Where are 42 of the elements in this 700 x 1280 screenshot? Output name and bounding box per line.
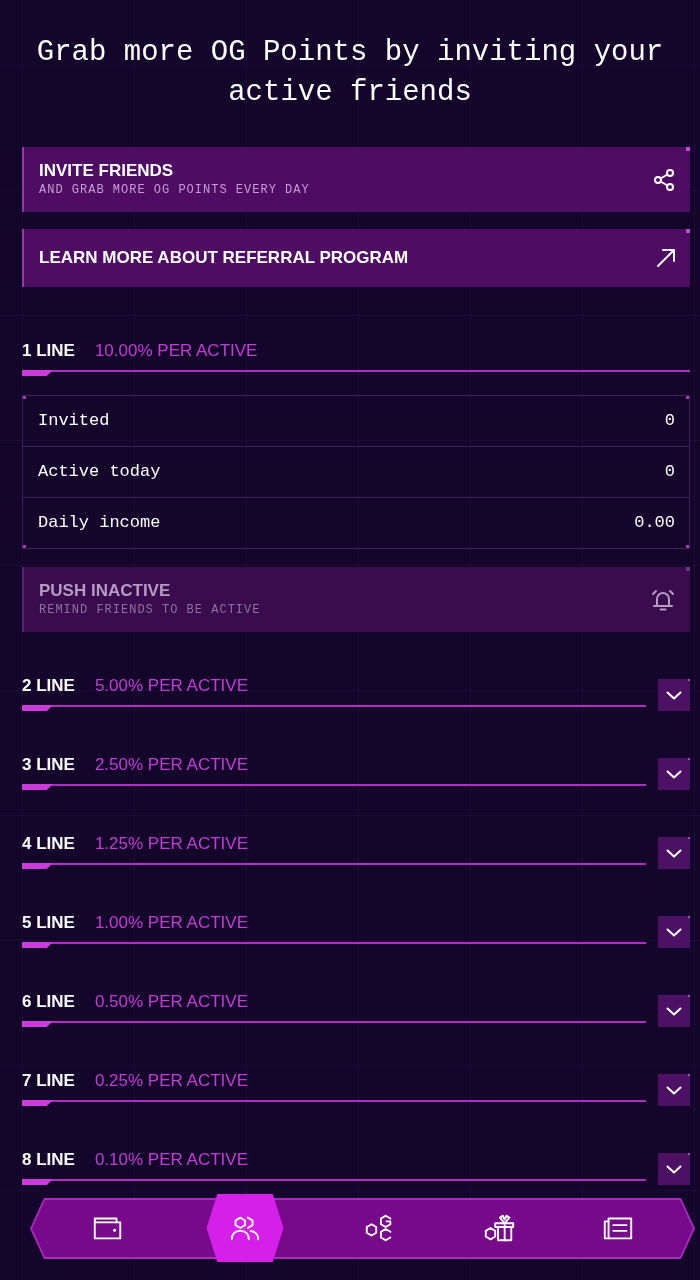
- expand-button[interactable]: [658, 758, 690, 790]
- rate-label: 5.00% PER ACTIVE: [94, 675, 248, 697]
- line-label: 3 LINE: [22, 754, 75, 776]
- expand-button[interactable]: [658, 916, 690, 948]
- chevron-down-icon: [666, 1006, 682, 1016]
- rate-label: 1.00% PER ACTIVE: [94, 912, 248, 934]
- expand-button[interactable]: [658, 1153, 690, 1185]
- learn-more-button[interactable]: LEARN MORE ABOUT REFERRAL PROGRAM: [22, 229, 690, 287]
- chevron-down-icon: [666, 1164, 682, 1174]
- line-label: 6 LINE: [22, 991, 75, 1013]
- chevron-down-icon: [666, 848, 682, 858]
- rate-label: 2.50% PER ACTIVE: [94, 754, 248, 776]
- rate-label: 0.25% PER ACTIVE: [94, 1070, 248, 1092]
- expand-button[interactable]: [658, 995, 690, 1027]
- expand-button[interactable]: [658, 1074, 690, 1106]
- rate-label: 1.25% PER ACTIVE: [94, 833, 248, 855]
- arrow-icon: [656, 248, 676, 268]
- rate-label: 0.10% PER ACTIVE: [94, 1149, 248, 1171]
- stat-value: 0: [664, 410, 675, 432]
- stat-label: Daily income: [38, 512, 161, 534]
- chevron-down-icon: [666, 1085, 682, 1095]
- line-label: 5 LINE: [22, 912, 75, 934]
- stat-value: 0.00: [634, 512, 675, 534]
- expand-button[interactable]: [658, 679, 690, 711]
- line-label: 1 LINE: [22, 340, 75, 362]
- share-icon: [652, 167, 676, 192]
- rate-label: 10.00% PER ACTIVE: [94, 340, 258, 362]
- page-title: Grab more OG Points by inviting your active friends: [35, 35, 665, 111]
- stat-value: 0: [664, 461, 675, 483]
- chevron-down-icon: [666, 769, 682, 779]
- stat-label: Invited: [38, 410, 110, 432]
- chevron-down-icon: [666, 927, 682, 937]
- expand-button[interactable]: [658, 837, 690, 869]
- stat-label: Active today: [38, 461, 161, 483]
- line-label: 8 LINE: [22, 1149, 75, 1171]
- gift-icon: [482, 1213, 516, 1243]
- line-label: 4 LINE: [22, 833, 75, 855]
- line-label: 2 LINE: [22, 675, 75, 697]
- line-label: 7 LINE: [22, 1070, 75, 1092]
- invite-button[interactable]: INVITE FRIENDS AND GRAB MORE OG POINTS EVERY DAY: [22, 147, 690, 212]
- chevron-down-icon: [666, 690, 682, 700]
- rate-label: 0.50% PER ACTIVE: [94, 991, 248, 1013]
